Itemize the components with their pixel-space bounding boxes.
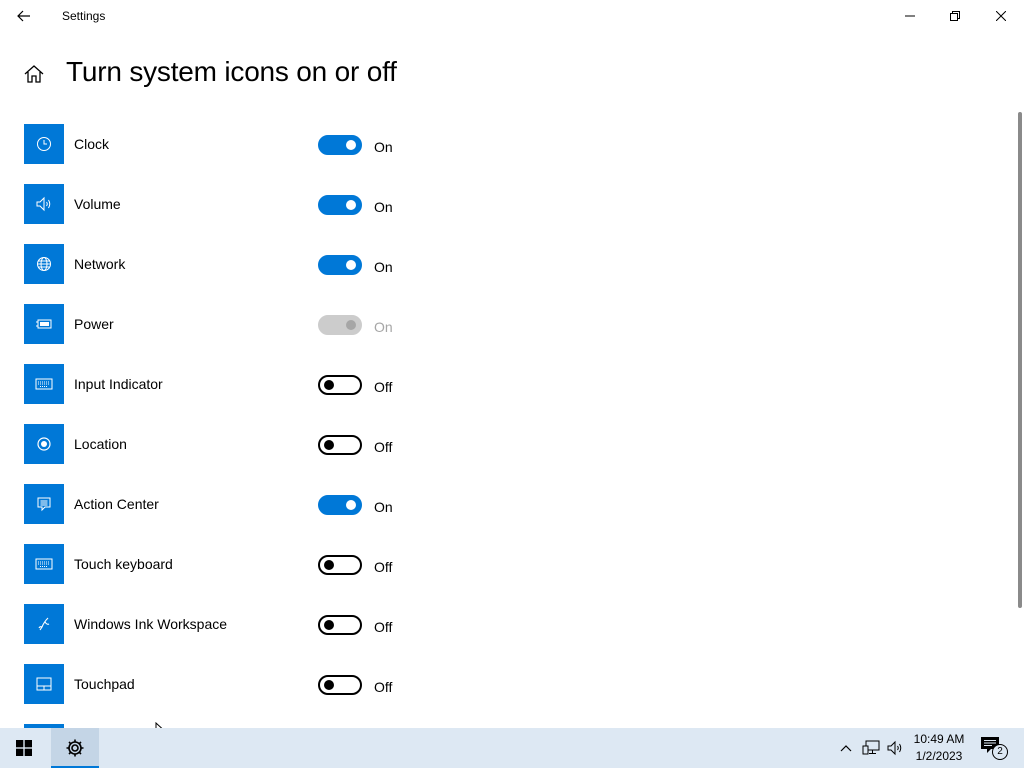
action-center-icon [24,484,64,524]
close-button[interactable] [978,0,1024,32]
setting-label: Touchpad [74,676,135,692]
toggle-knob [324,380,334,390]
setting-row-windows-ink-workspace: Windows Ink Workspace Off [0,604,600,644]
taskbar-settings-app[interactable] [51,728,99,768]
clock-date: 1/2/2023 [915,749,963,763]
toggle-knob [346,140,356,150]
toggle-knob [324,620,334,630]
location-icon [24,424,64,464]
minimize-button[interactable] [887,0,933,32]
input-indicator-toggle[interactable] [318,375,362,395]
back-button[interactable] [8,2,40,30]
toggle-state: On [374,319,393,335]
setting-row-clock: Clock On [0,124,600,164]
pen-icon [24,604,64,644]
home-button[interactable] [22,62,46,86]
setting-label: Power [74,316,114,332]
tray-network-button[interactable] [860,738,882,758]
window-title: Settings [62,9,106,23]
touchpad-icon [24,664,64,704]
toggle-knob [346,200,356,210]
chevron-up-icon [840,745,852,752]
start-button[interactable] [0,728,48,768]
tray-volume-button[interactable] [884,738,906,758]
network-monitor-icon [862,740,880,755]
clock-time: 10:49 AM [913,732,965,746]
setting-row-volume: Volume On [0,184,600,224]
setting-label: Touch keyboard [74,556,173,572]
taskbar-clock[interactable]: 10:49 AM 1/2/2023 [906,731,972,765]
location-toggle[interactable] [318,435,362,455]
toggle-state: Off [374,439,393,455]
network-toggle[interactable] [318,255,362,275]
page-title: Turn system icons on or off [66,56,397,87]
setting-row-network: Network On [0,244,600,284]
setting-label: Network [74,256,126,272]
toggle-state: Off [374,559,393,575]
setting-label: Action Center [74,496,159,512]
network-globe-icon [24,244,64,284]
gear-icon [66,739,84,757]
toggle-state: Off [374,619,393,635]
setting-row-touchpad: Touchpad Off [0,664,600,704]
setting-label: Location [74,436,127,452]
speaker-icon [887,740,902,756]
toggle-knob [346,260,356,270]
toggle-state: On [374,139,393,155]
clock-toggle[interactable] [318,135,362,155]
toggle-knob [346,500,356,510]
setting-label: Windows Ink Workspace [74,616,228,632]
toggle-knob [324,680,334,690]
touchpad-toggle[interactable] [318,675,362,695]
toggle-state: On [374,259,393,275]
action-center-toggle[interactable] [318,495,362,515]
setting-row-power: Power On [0,304,600,344]
taskbar: 10:49 AM 1/2/2023 2 [0,728,1024,768]
toggle-knob [324,440,334,450]
minimize-icon [905,15,915,17]
volume-icon [24,184,64,224]
clock-icon [24,124,64,164]
toggle-state: Off [374,679,393,695]
home-icon [24,65,44,83]
toggle-state: On [374,499,393,515]
windows-logo-icon [16,740,32,756]
notification-count-badge: 2 [992,744,1008,760]
scrollbar[interactable] [1018,112,1022,608]
setting-row-input-indicator: Input Indicator Off [0,364,600,404]
setting-label: Input Indicator [74,376,163,392]
back-arrow-icon [17,10,30,22]
restore-button[interactable] [932,0,978,32]
title-bar: Settings [0,0,1024,32]
toggle-state: On [374,199,393,215]
windows-ink-workspace-toggle[interactable] [318,615,362,635]
action-center-button[interactable]: 2 [980,736,1008,760]
toggle-knob [346,320,356,330]
keyboard-icon [24,364,64,404]
setting-row-touch-keyboard: Touch keyboard Off [0,544,600,584]
setting-row-action-center: Action Center On [0,484,600,524]
battery-icon [24,304,64,344]
setting-label: Volume [74,196,121,212]
volume-toggle[interactable] [318,195,362,215]
touch-keyboard-icon [24,544,64,584]
setting-label: Clock [74,136,110,152]
toggle-knob [324,560,334,570]
close-icon [996,11,1006,21]
power-toggle [318,315,362,335]
touch-keyboard-toggle[interactable] [318,555,362,575]
toggle-state: Off [374,379,393,395]
restore-icon [950,11,960,21]
setting-row-location: Location Off [0,424,600,464]
show-hidden-icons-button[interactable] [836,738,856,758]
